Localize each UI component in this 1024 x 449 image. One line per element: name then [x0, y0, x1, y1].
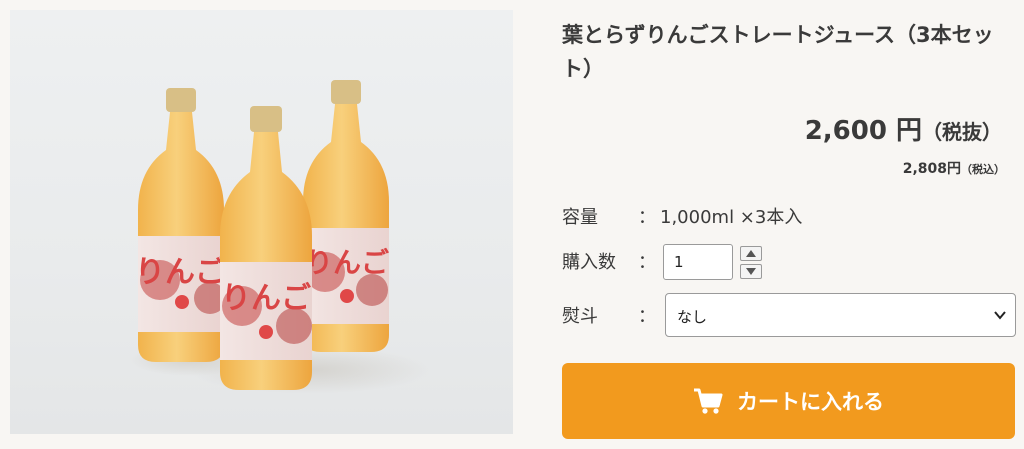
noshi-selected-value: なし — [677, 308, 708, 326]
bottle-left-graphic: りんご — [135, 88, 226, 362]
caret-up-icon — [746, 250, 756, 257]
price-main-value: 2,600 円 — [804, 116, 922, 146]
quantity-decrement-button[interactable] — [740, 264, 762, 279]
capacity-row: 容量 ： 1,000ml ×3本入 — [562, 203, 802, 229]
price-excl-tax: 2,600 円（税抜） — [805, 110, 1002, 147]
chevron-down-icon — [994, 311, 1006, 320]
capacity-value: 1,000ml ×3本入 — [660, 207, 803, 228]
price-main-suffix: （税抜） — [922, 120, 1002, 144]
quantity-row: 購入数 ： — [562, 248, 656, 274]
quantity-increment-button[interactable] — [740, 246, 762, 261]
quantity-colon: ： — [638, 252, 656, 273]
add-to-cart-label: カートに入れる — [737, 390, 884, 414]
bottle-front-graphic: りんご — [220, 106, 312, 390]
bottle-front-label: りんご — [221, 281, 311, 316]
bottle-left-label: りんご — [135, 255, 225, 290]
product-title: 葉とらずりんごストレートジュース（3本セット） — [562, 23, 994, 81]
capacity-colon: ： — [638, 207, 656, 228]
product-image: りんご りんご りんご — [10, 10, 513, 434]
noshi-row: 熨斗 ： — [562, 302, 656, 328]
quantity-input[interactable] — [663, 244, 733, 280]
bottle-right-graphic: りんご — [303, 80, 389, 352]
noshi-label: 熨斗 — [562, 306, 598, 327]
price-tax-value: 2,808円 — [902, 161, 961, 177]
price-incl-tax: 2,808円（税込） — [903, 158, 1005, 178]
caret-down-icon — [746, 268, 756, 275]
bottle-right-label: りんご — [305, 246, 389, 279]
add-to-cart-button[interactable]: カートに入れる — [562, 363, 1015, 439]
noshi-select[interactable]: なし — [665, 293, 1016, 337]
price-tax-suffix: （税込） — [961, 163, 1005, 176]
quantity-label: 購入数 — [562, 252, 616, 273]
noshi-colon: ： — [638, 306, 656, 327]
cart-icon — [693, 387, 723, 415]
capacity-label: 容量 — [562, 207, 598, 228]
